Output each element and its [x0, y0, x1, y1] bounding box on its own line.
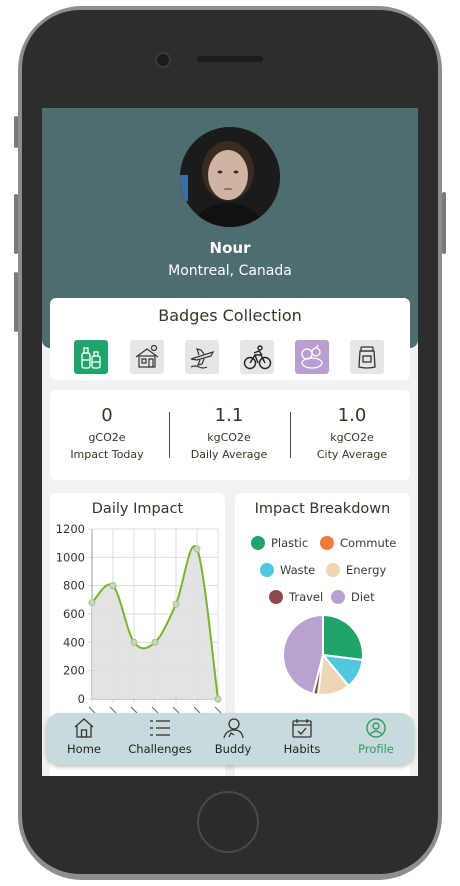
data-point [88, 599, 96, 607]
profile-name: Nour [209, 239, 251, 257]
fruit-icon [301, 344, 323, 369]
data-point [193, 545, 201, 553]
badge-diet[interactable] [295, 340, 329, 374]
y-tick-label: 1200 [56, 522, 85, 536]
y-tick-label: 800 [63, 579, 85, 593]
bottom-nav: Home Challenges Buddy Habits Profile [46, 713, 414, 765]
power-button [442, 192, 446, 254]
y-tick-label: 400 [63, 635, 85, 649]
cyclist-icon [243, 345, 272, 370]
tab-label: Challenges [128, 742, 192, 756]
stat-value: 1.0 [337, 405, 367, 426]
badge-plastic[interactable] [74, 340, 108, 374]
calendar-check-icon [292, 719, 312, 738]
stat-label: City Average [316, 448, 388, 461]
tab-label: Home [67, 742, 101, 756]
mute-switch [14, 116, 18, 148]
data-point [214, 695, 222, 703]
list-icon [150, 720, 170, 736]
profile-icon [366, 718, 386, 738]
profile-location: Montreal, Canada [168, 263, 292, 279]
stats-card: 0 gCO2e Impact Today 1.1 kgCO2e Daily Av… [50, 390, 410, 480]
y-tick-label: 600 [63, 607, 85, 621]
y-tick-label: 200 [63, 664, 85, 678]
volume-down-button [14, 272, 18, 332]
stat-divider [290, 412, 291, 458]
jar-icon [358, 346, 376, 369]
house-icon [135, 344, 159, 368]
stat-unit: kgCO2e [207, 431, 251, 444]
tab-buddy[interactable]: Buddy [197, 717, 269, 763]
badges-card: Badges Collection [50, 298, 410, 380]
home-icon [74, 718, 94, 738]
stat-unit: kgCO2e [330, 431, 374, 444]
stat-impact-today: 0 gCO2e Impact Today [52, 405, 162, 461]
tab-habits[interactable]: Habits [266, 717, 338, 763]
pie-slice [322, 613, 364, 662]
bottles-icon [81, 347, 101, 369]
y-tick-label: 1000 [56, 550, 85, 564]
tab-label: Habits [283, 742, 321, 756]
front-camera [155, 52, 171, 68]
stat-city-average: 1.0 kgCO2e City Average [297, 405, 407, 461]
data-point [130, 638, 138, 646]
pie-slice [282, 613, 324, 695]
badge-home-energy[interactable] [130, 340, 164, 374]
tab-profile[interactable]: Profile [340, 717, 412, 763]
stat-value: 1.1 [214, 405, 244, 426]
stat-value: 0 [101, 405, 113, 426]
stat-daily-average: 1.1 kgCO2e Daily Average [174, 405, 284, 461]
data-point [172, 600, 180, 608]
earpiece-speaker [197, 56, 263, 62]
home-hardware-button[interactable] [197, 791, 259, 853]
stat-label: Impact Today [70, 448, 144, 461]
badge-waste[interactable] [350, 340, 384, 374]
stat-label: Daily Average [190, 448, 268, 461]
badge-travel[interactable] [185, 340, 219, 374]
app-screen: Nour Montreal, Canada Badges Collection [42, 108, 418, 776]
tab-label: Profile [358, 742, 394, 756]
data-point [151, 638, 159, 646]
tab-home[interactable]: Home [48, 717, 120, 763]
airplane-icon [190, 348, 215, 369]
badge-commute[interactable] [240, 340, 274, 374]
tab-label: Buddy [214, 742, 252, 756]
badges-title: Badges Collection [158, 306, 302, 325]
buddy-icon [223, 718, 244, 739]
stat-unit: gCO2e [88, 431, 126, 444]
y-tick-label: 0 [78, 692, 85, 706]
data-point [109, 582, 117, 590]
tab-challenges[interactable]: Challenges [124, 717, 196, 763]
avatar[interactable] [180, 127, 280, 227]
volume-up-button [14, 194, 18, 254]
stat-divider [169, 412, 170, 458]
